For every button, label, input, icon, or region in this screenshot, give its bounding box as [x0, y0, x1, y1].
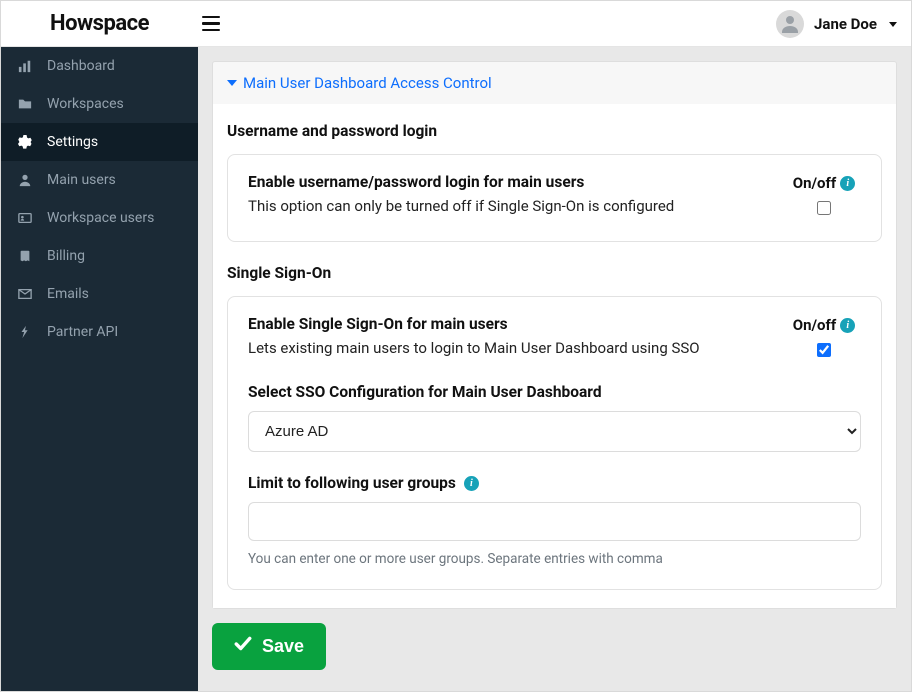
section-sso-title: Single Sign-On [227, 264, 882, 282]
sidebar: Dashboard Workspaces Settings Main users… [1, 47, 198, 691]
section-username-title: Username and password login [227, 122, 882, 140]
sso-config-label: Select SSO Configuration for Main User D… [248, 383, 861, 401]
sidebar-item-main-users[interactable]: Main users [1, 161, 198, 199]
topbar: Howspace Jane Doe [1, 1, 911, 47]
sidebar-item-partner-api[interactable]: Partner API [1, 313, 198, 351]
user-name: Jane Doe [814, 15, 877, 33]
caret-down-icon [227, 80, 237, 86]
sidebar-item-workspaces[interactable]: Workspaces [1, 85, 198, 123]
enable-username-checkbox[interactable] [817, 201, 831, 215]
sidebar-item-label: Emails [47, 286, 89, 302]
enable-sso-desc: Lets existing main users to login to Mai… [248, 339, 771, 357]
id-card-icon [17, 210, 33, 226]
sidebar-item-label: Settings [47, 134, 98, 150]
sidebar-item-billing[interactable]: Billing [1, 237, 198, 275]
sidebar-item-settings[interactable]: Settings [1, 123, 198, 161]
user-icon [17, 172, 33, 188]
info-icon[interactable]: i [840, 176, 855, 191]
sidebar-item-label: Workspace users [47, 210, 154, 226]
onoff-label: On/off i [793, 316, 856, 334]
enable-sso-label: Enable Single Sign-On for main users [248, 315, 771, 333]
body: Dashboard Workspaces Settings Main users… [1, 47, 911, 691]
sso-config-select[interactable]: Azure AD [248, 411, 861, 452]
sidebar-item-emails[interactable]: Emails [1, 275, 198, 313]
enable-username-desc: This option can only be turned off if Si… [248, 197, 771, 215]
username-login-card: Enable username/password login for main … [227, 154, 882, 242]
save-button[interactable]: Save [212, 623, 326, 670]
envelope-icon [17, 286, 33, 302]
main-content: Main User Dashboard Access Control Usern… [198, 47, 911, 691]
save-row: Save [212, 609, 897, 686]
info-icon[interactable]: i [840, 318, 855, 333]
sso-card: Enable Single Sign-On for main users Let… [227, 296, 882, 590]
sidebar-item-workspace-users[interactable]: Workspace users [1, 199, 198, 237]
brand-text: Howspace [50, 11, 149, 36]
chart-icon [17, 58, 33, 74]
access-control-panel: Main User Dashboard Access Control Usern… [212, 61, 897, 609]
brand-logo: Howspace [7, 1, 192, 46]
user-groups-label: Limit to following user groups [248, 474, 456, 492]
sidebar-item-label: Main users [47, 172, 116, 188]
avatar [776, 10, 804, 38]
sidebar-item-label: Billing [47, 248, 85, 264]
panel-header[interactable]: Main User Dashboard Access Control [213, 62, 896, 104]
enable-username-label: Enable username/password login for main … [248, 173, 771, 191]
menu-toggle-icon[interactable] [202, 11, 228, 37]
panel-title: Main User Dashboard Access Control [243, 74, 492, 92]
app-root: Howspace Jane Doe Dashboard Workspaces [0, 0, 912, 692]
sidebar-item-dashboard[interactable]: Dashboard [1, 47, 198, 85]
plug-icon [17, 324, 33, 340]
chevron-down-icon [889, 22, 897, 27]
sidebar-item-label: Dashboard [47, 58, 115, 74]
panel-body: Username and password login Enable usern… [213, 104, 896, 608]
sidebar-item-label: Partner API [47, 324, 118, 340]
user-menu[interactable]: Jane Doe [776, 10, 897, 38]
folder-icon [17, 96, 33, 112]
info-icon[interactable]: i [464, 476, 479, 491]
enable-sso-checkbox[interactable] [817, 343, 831, 357]
user-groups-input[interactable] [248, 502, 861, 541]
save-button-label: Save [262, 636, 304, 657]
check-icon [234, 635, 252, 658]
user-groups-hint: You can enter one or more user groups. S… [248, 551, 861, 567]
gear-icon [17, 134, 33, 150]
book-icon [17, 248, 33, 264]
sidebar-item-label: Workspaces [47, 96, 124, 112]
onoff-label: On/off i [793, 174, 856, 192]
